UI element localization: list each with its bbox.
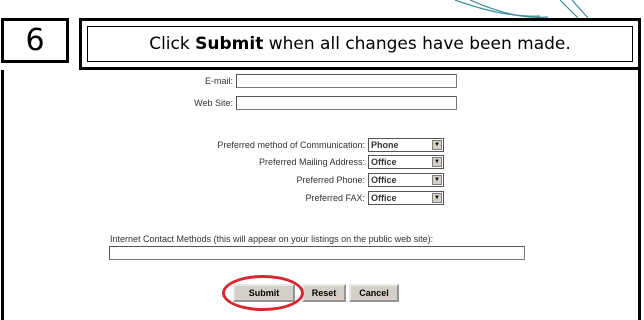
step-number-box: 6	[1, 18, 69, 63]
step-number: 6	[25, 23, 45, 58]
chevron-down-icon[interactable]: ▼	[432, 157, 442, 167]
internet-contact-field[interactable]	[109, 246, 525, 260]
preferred-mailing-select[interactable]: Office ▼	[368, 155, 444, 169]
chevron-down-icon[interactable]: ▼	[432, 175, 442, 185]
email-label: E-mail:	[204, 76, 233, 86]
preferred-communication-select[interactable]: Phone ▼	[368, 138, 444, 152]
instruction-prefix: Click	[149, 34, 196, 54]
chevron-down-icon[interactable]: ▼	[432, 140, 442, 150]
preferred-fax-select[interactable]: Office ▼	[368, 191, 444, 205]
instruction-emphasis: Submit	[195, 34, 264, 54]
internet-contact-label: Internet Contact Methods (this will appe…	[110, 234, 434, 244]
preferred-phone-value: Office	[371, 175, 397, 185]
reset-button[interactable]: Reset	[302, 284, 346, 302]
preferred-fax-value: Office	[371, 193, 397, 203]
preferred-communication-label: Preferred method of Communication:	[217, 140, 365, 150]
website-label: Web Site:	[194, 98, 233, 108]
preferred-fax-label: Preferred FAX:	[305, 193, 365, 203]
preferred-communication-value: Phone	[371, 140, 399, 150]
preferred-phone-label: Preferred Phone:	[296, 175, 365, 185]
preferred-phone-select[interactable]: Office ▼	[368, 173, 444, 187]
instruction-text: Click Submit when all changes have been …	[87, 26, 633, 62]
chevron-down-icon[interactable]: ▼	[432, 193, 442, 203]
cancel-button[interactable]: Cancel	[349, 284, 399, 302]
instruction-box: Click Submit when all changes have been …	[79, 18, 641, 70]
email-field[interactable]	[236, 74, 457, 88]
instruction-suffix: when all changes have been made.	[263, 34, 571, 54]
website-field[interactable]	[236, 96, 457, 110]
submit-button[interactable]: Submit	[233, 284, 295, 302]
preferred-mailing-value: Office	[371, 157, 397, 167]
preferred-mailing-label: Preferred Mailing Address:	[258, 157, 365, 167]
